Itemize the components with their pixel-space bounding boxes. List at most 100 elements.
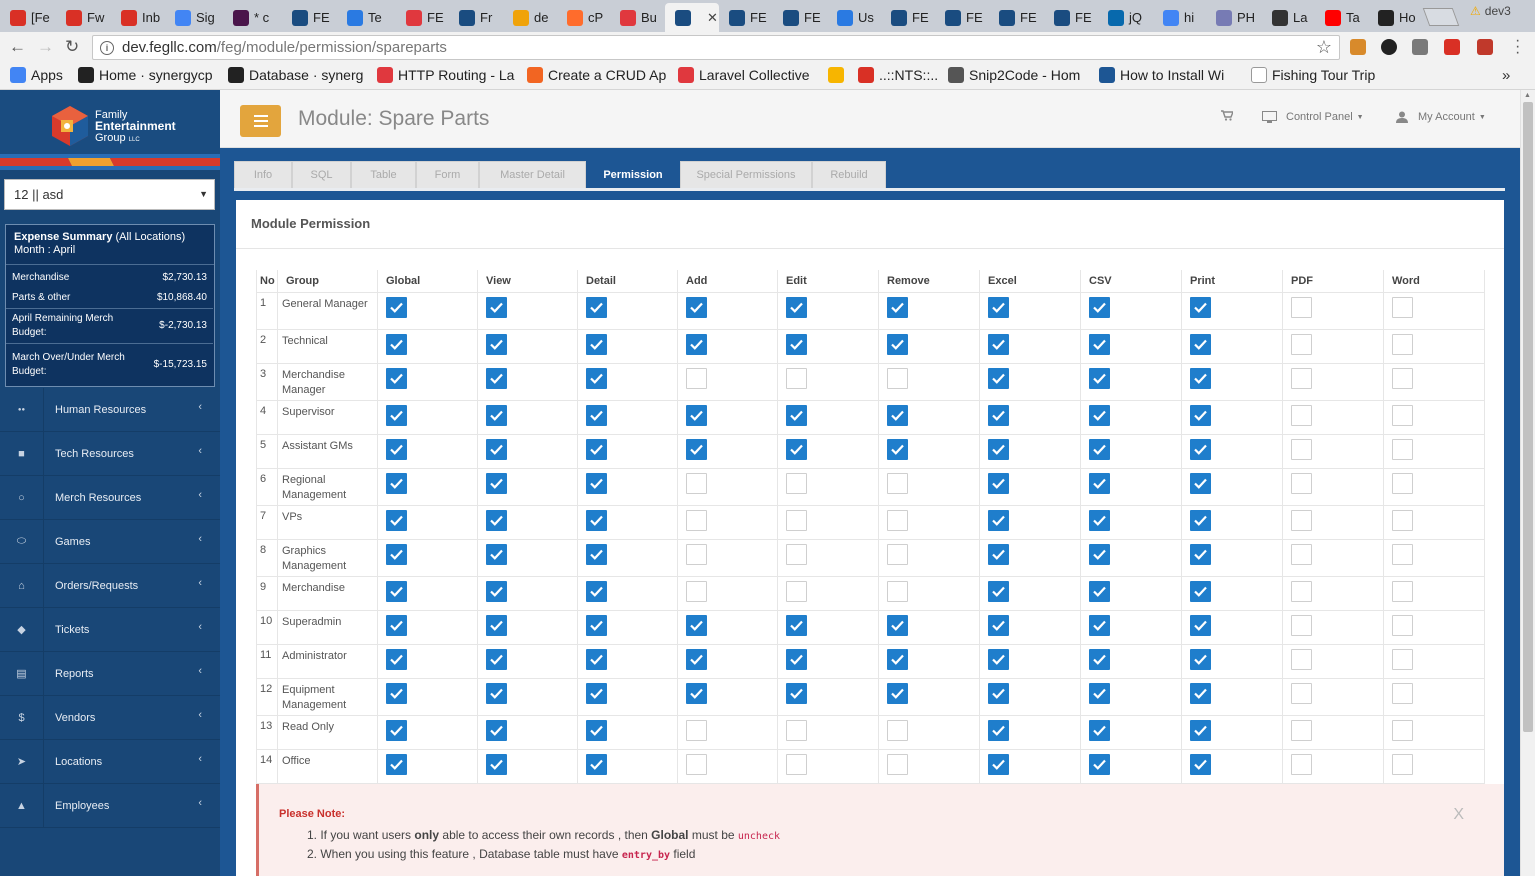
permission-checkbox-global[interactable] [386,438,407,460]
browser-tab[interactable]: Ho [1368,3,1423,32]
scrollbar-thumb[interactable] [1523,102,1533,732]
permission-checkbox-print[interactable] [1190,296,1211,318]
permission-checkbox-csv[interactable] [1089,296,1110,318]
tab-rebuild[interactable]: Rebuild [812,161,886,189]
browser-tab[interactable]: cP [557,3,610,32]
permission-checkbox-add[interactable] [686,404,707,426]
browser-menu-icon[interactable]: · · · [1515,33,1520,61]
permission-checkbox-detail[interactable] [586,543,607,565]
permission-checkbox-detail[interactable] [586,753,607,775]
permission-checkbox-remove[interactable] [887,333,908,355]
permission-checkbox-edit[interactable] [786,753,807,775]
permission-checkbox-csv[interactable] [1089,682,1110,704]
permission-checkbox-remove[interactable] [887,543,908,565]
permission-checkbox-excel[interactable] [988,438,1009,460]
permission-checkbox-remove[interactable] [887,753,908,775]
tab-master-detail[interactable]: Master Detail [479,161,586,189]
permission-checkbox-excel[interactable] [988,753,1009,775]
sidebar-item-locations[interactable]: ➤ Locations ‹ [0,739,220,784]
permission-checkbox-print[interactable] [1190,753,1211,775]
permission-checkbox-global[interactable] [386,509,407,531]
permission-checkbox-word[interactable] [1392,614,1413,636]
permission-checkbox-remove[interactable] [887,509,908,531]
permission-checkbox-view[interactable] [486,438,507,460]
permission-checkbox-pdf[interactable] [1291,438,1312,460]
permission-checkbox-detail[interactable] [586,580,607,602]
bookmark-item[interactable]: How to Install Wi [1099,67,1241,83]
permission-checkbox-pdf[interactable] [1291,753,1312,775]
permission-checkbox-add[interactable] [686,509,707,531]
browser-tab[interactable]: FE [773,3,827,32]
permission-checkbox-csv[interactable] [1089,333,1110,355]
control-panel-dropdown[interactable]: Control Panel ▼ [1262,111,1364,123]
bookmark-item[interactable]: Apps [10,67,70,83]
permission-checkbox-csv[interactable] [1089,719,1110,741]
permission-checkbox-csv[interactable] [1089,753,1110,775]
browser-tab[interactable]: [Fe [0,3,56,32]
permission-checkbox-detail[interactable] [586,296,607,318]
permission-checkbox-pdf[interactable] [1291,472,1312,494]
bookmark-item[interactable]: Snip2Code - Hom [948,67,1091,83]
permission-checkbox-view[interactable] [486,296,507,318]
permission-checkbox-detail[interactable] [586,404,607,426]
browser-tab[interactable]: PH [1206,3,1262,32]
permission-checkbox-pdf[interactable] [1291,543,1312,565]
permission-checkbox-print[interactable] [1190,333,1211,355]
permission-checkbox-global[interactable] [386,753,407,775]
tab-sql[interactable]: SQL [292,161,351,189]
permission-checkbox-csv[interactable] [1089,580,1110,602]
sidebar-item-vendors[interactable]: $ Vendors ‹ [0,695,220,740]
permission-checkbox-edit[interactable] [786,614,807,636]
browser-tab[interactable]: FE [881,3,935,32]
permission-checkbox-csv[interactable] [1089,614,1110,636]
browser-tab[interactable]: de [503,3,557,32]
permission-checkbox-word[interactable] [1392,719,1413,741]
bookmark-item[interactable]: Database · synerg [228,67,369,83]
browser-tab[interactable]: jQ [1098,3,1153,32]
permission-checkbox-pdf[interactable] [1291,367,1312,389]
permission-checkbox-global[interactable] [386,367,407,389]
permission-checkbox-add[interactable] [686,580,707,602]
sidebar-item-employees[interactable]: ▲ Employees ‹ [0,783,220,828]
permission-checkbox-global[interactable] [386,580,407,602]
permission-checkbox-view[interactable] [486,682,507,704]
address-bar[interactable]: i dev.fegllc.com/feg/module/permission/s… [92,35,1340,60]
browser-tab[interactable]: Bu [610,3,665,32]
bookmark-item[interactable]: ..::NTS::.. [858,67,942,83]
permission-checkbox-pdf[interactable] [1291,648,1312,670]
permission-checkbox-add[interactable] [686,753,707,775]
bookmark-item[interactable] [828,67,850,83]
browser-tab[interactable]: hi [1153,3,1206,32]
browser-tab[interactable]: FE [396,3,449,32]
permission-checkbox-print[interactable] [1190,404,1211,426]
permission-checkbox-view[interactable] [486,543,507,565]
info-icon[interactable]: i [100,40,114,55]
permission-checkbox-add[interactable] [686,648,707,670]
permission-checkbox-csv[interactable] [1089,648,1110,670]
permission-checkbox-detail[interactable] [586,509,607,531]
permission-checkbox-remove[interactable] [887,682,908,704]
permission-checkbox-edit[interactable] [786,472,807,494]
permission-checkbox-word[interactable] [1392,333,1413,355]
permission-checkbox-word[interactable] [1392,472,1413,494]
sidebar-item-reports[interactable]: ▤ Reports ‹ [0,651,220,696]
permission-checkbox-pdf[interactable] [1291,614,1312,636]
permission-checkbox-add[interactable] [686,472,707,494]
permission-checkbox-pdf[interactable] [1291,682,1312,704]
permission-checkbox-word[interactable] [1392,404,1413,426]
permission-checkbox-print[interactable] [1190,719,1211,741]
permission-checkbox-print[interactable] [1190,472,1211,494]
permission-checkbox-excel[interactable] [988,367,1009,389]
permission-checkbox-detail[interactable] [586,682,607,704]
new-tab-button[interactable] [1422,8,1460,26]
permission-checkbox-word[interactable] [1392,580,1413,602]
browser-tab[interactable]: FE [719,3,773,32]
browser-tab[interactable]: Inb [111,3,165,32]
close-tab-icon[interactable]: ✕ [707,10,718,26]
permission-checkbox-global[interactable] [386,719,407,741]
permission-checkbox-csv[interactable] [1089,509,1110,531]
permission-checkbox-global[interactable] [386,296,407,318]
close-alert-button[interactable]: X [1453,806,1464,824]
permission-checkbox-remove[interactable] [887,719,908,741]
permission-checkbox-view[interactable] [486,580,507,602]
